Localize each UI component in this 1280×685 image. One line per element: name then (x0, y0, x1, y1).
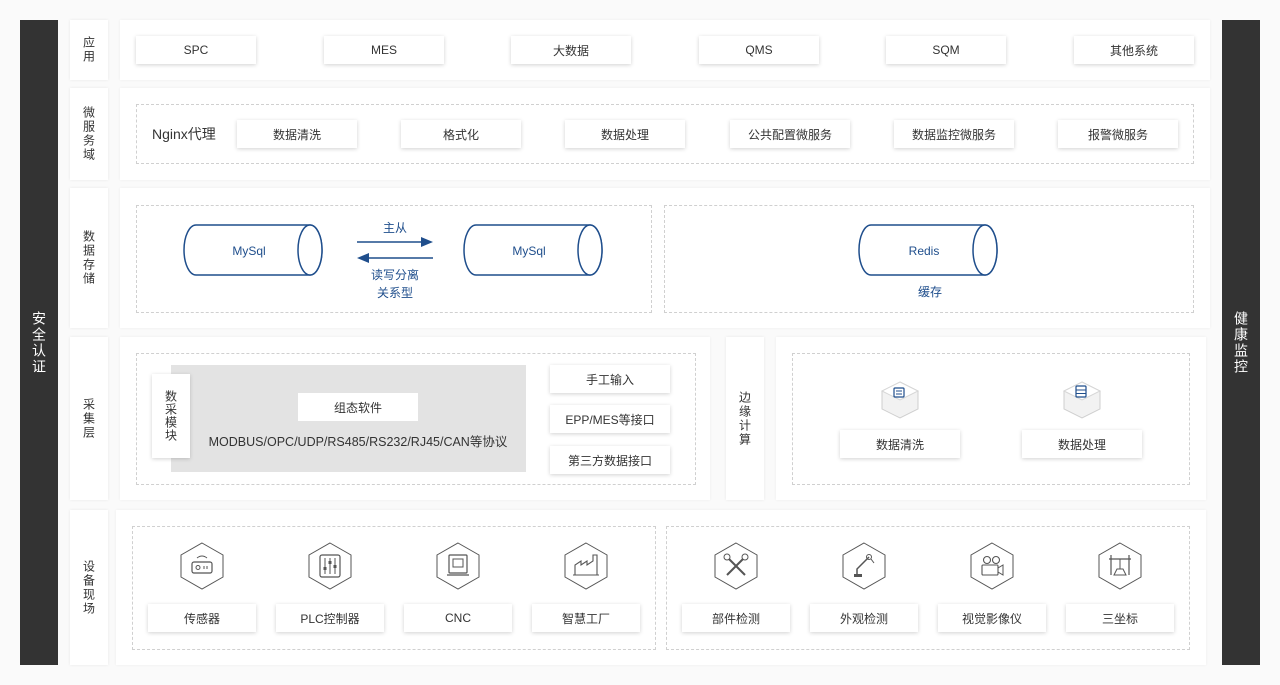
interface-manual-input[interactable]: 手工输入 (550, 365, 670, 393)
layer-label-app: 应用 (70, 20, 108, 80)
edge-item-data-process[interactable]: 数据处理 (1022, 430, 1142, 458)
layer-label-device: 设备现场 (70, 510, 108, 665)
edge-item-data-clean[interactable]: 数据清洗 (840, 430, 960, 458)
relational-label: 关系型 (376, 286, 413, 300)
mysql-label-1: MySql (232, 244, 266, 258)
health-monitor-label: 健康监控 (1233, 310, 1249, 375)
smart-factory-icon (564, 542, 608, 590)
device-item-smart-factory[interactable]: 智慧工厂 (532, 604, 640, 632)
app-item-other[interactable]: 其他系统 (1074, 36, 1194, 64)
device-item-part-inspection[interactable]: 部件检测 (682, 604, 790, 632)
layer-label-collect: 采集层 (70, 337, 108, 500)
nginx-proxy-label: Nginx代理 (152, 126, 216, 142)
app-item-mes[interactable]: MES (324, 36, 444, 64)
part-inspection-icon (714, 542, 758, 590)
data-clean-cube-icon (880, 381, 920, 419)
interface-third-party[interactable]: 第三方数据接口 (550, 446, 670, 474)
cache-label: 缓存 (917, 285, 942, 299)
security-auth-sidebar: 安全认证 (20, 20, 58, 665)
mysql-label-2: MySql (512, 244, 546, 258)
micro-item-public-config[interactable]: 公共配置微服务 (730, 120, 850, 148)
micro-item-data-process[interactable]: 数据处理 (565, 120, 685, 148)
layer-label-storage: 数据存储 (70, 188, 108, 328)
micro-item-data-monitor[interactable]: 数据监控微服务 (894, 120, 1014, 148)
security-auth-label: 安全认证 (31, 310, 47, 375)
device-item-vision-imaging[interactable]: 视觉影像仪 (938, 604, 1046, 632)
cmm-icon (1098, 542, 1142, 590)
edge-dashed-group (792, 353, 1190, 485)
edge-computing-label: 边缘计算 (726, 337, 764, 500)
protocols-text: MODBUS/OPC/UDP/RS485/RS232/RJ45/CAN等协议 (208, 435, 508, 449)
sensor-icon (180, 542, 224, 590)
interface-epp-mes[interactable]: EPP/MES等接口 (550, 405, 670, 433)
rw-split-label: 读写分离 (370, 268, 419, 282)
appearance-inspection-icon (842, 542, 886, 590)
device-item-plc[interactable]: PLC控制器 (276, 604, 384, 632)
plc-controller-icon (308, 542, 352, 590)
redis-label: Redis (908, 244, 940, 258)
micro-item-data-clean[interactable]: 数据清洗 (237, 120, 357, 148)
micro-item-format[interactable]: 格式化 (401, 120, 521, 148)
replication-arrows-icon (357, 237, 433, 263)
device-item-cnc[interactable]: CNC (404, 604, 512, 632)
app-layer-panel (120, 20, 1210, 80)
micro-item-alarm[interactable]: 报警微服务 (1058, 120, 1178, 148)
app-item-spc[interactable]: SPC (136, 36, 256, 64)
device-item-sensor[interactable]: 传感器 (148, 604, 256, 632)
app-item-sqm[interactable]: SQM (886, 36, 1006, 64)
health-monitor-sidebar: 健康监控 (1222, 20, 1260, 665)
config-software-chip[interactable]: 组态软件 (298, 393, 418, 421)
layer-label-micro: 微服务域 (70, 88, 108, 180)
app-item-qms[interactable]: QMS (699, 36, 819, 64)
device-item-cmm[interactable]: 三坐标 (1066, 604, 1174, 632)
cnc-icon (436, 542, 480, 590)
device-item-appearance-inspection[interactable]: 外观检测 (810, 604, 918, 632)
data-process-cube-icon (1062, 381, 1102, 419)
data-collect-module-label: 数采模块 (152, 374, 190, 458)
master-slave-label: 主从 (382, 221, 407, 235)
vision-imaging-icon (970, 542, 1014, 590)
app-item-bigdata[interactable]: 大数据 (511, 36, 631, 64)
